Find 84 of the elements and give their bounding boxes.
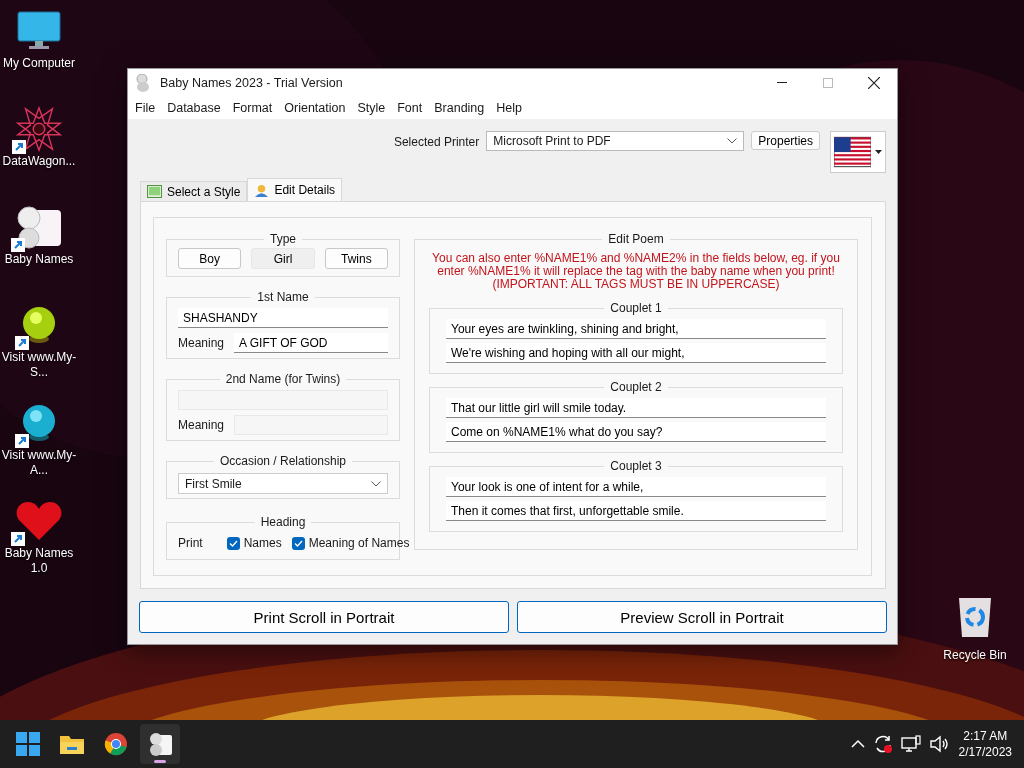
clock-date[interactable]: 2/17/2023 [958,744,1012,760]
windows-logo-icon [16,732,40,756]
checkbox[interactable] [291,536,305,550]
action-button[interactable]: Preview Scroll in Portrait [517,601,887,633]
printer-label: Selected Printer [393,135,480,149]
poem-line-field[interactable]: Come on %NAME1% what do you say? [446,422,826,442]
group-title: Occasion / Relationship [218,454,348,468]
group-title: 1st Name [256,290,310,304]
desktop-icon-label[interactable]: Baby Names 1.0 [0,546,78,576]
menu-item[interactable]: Orientation [278,101,352,115]
baby-icon [15,204,63,250]
chevron-up-icon[interactable] [850,739,865,749]
meaning-field[interactable]: A GIFT OF GOD [234,333,388,353]
flag-icon [834,136,872,168]
shortcut-arrow-icon [15,336,29,350]
heart-icon [15,500,63,542]
group-title: Couplet 2 [609,380,663,394]
menu-item[interactable]: Branding [428,101,491,115]
type-button[interactable]: Twins [324,248,388,269]
tab[interactable]: Select a Style [140,181,248,201]
menu-item[interactable]: Style [351,101,392,115]
folder-icon [59,733,85,755]
baby-app-icon [147,731,173,757]
checkbox-label[interactable]: Names [243,536,282,550]
chevron-down-icon [727,138,738,144]
menu-item[interactable]: Format [226,101,279,115]
maximize-icon [823,78,833,88]
menu-item[interactable]: File [129,101,162,115]
group-title: Edit Poem [607,232,665,246]
network-monitor-icon[interactable] [900,735,921,753]
volume-icon[interactable] [928,735,949,753]
desktop-icon-label[interactable]: Recycle Bin [936,648,1014,663]
tab[interactable]: Edit Details [247,178,343,201]
minimize-icon [777,82,787,84]
meaning-label: Meaning [178,336,225,350]
printer-dropdown[interactable]: Microsoft Print to PDF [486,131,745,151]
image-icon [147,185,162,198]
meaning-label: Meaning [178,418,225,432]
clock-time[interactable]: 2:17 AM [963,728,1008,744]
menu-item[interactable]: Database [161,101,227,115]
browser-icon [104,732,128,756]
shortcut-arrow-icon [11,238,25,252]
menu-item[interactable]: Font [391,101,429,115]
action-button[interactable]: Print Scroll in Portrait [139,601,509,633]
desktop-icon-label[interactable]: Baby Names [0,252,78,267]
window-title: Baby Names 2023 - Trial Version [160,76,344,90]
print-label: Print [178,536,203,550]
type-button[interactable]: Girl [251,248,315,269]
chevron-down-icon [371,480,381,487]
group-title: Type [269,232,297,246]
caret-icon [875,150,882,154]
shortcut-arrow-icon [12,140,26,154]
person-icon [254,183,270,197]
occasion-dropdown[interactable]: First Smile [178,473,388,494]
sync-icon[interactable] [872,734,893,754]
group-title: Heading [259,515,307,529]
group-title: Couplet 1 [609,301,663,315]
poem-line-field[interactable]: Then it comes that first, unforgettable smile. [446,501,826,521]
group-title: Couplet 3 [609,459,663,473]
checkbox-label[interactable]: Meaning of Names [308,536,410,550]
desktop-icon-label[interactable]: Visit www.My-A... [0,448,78,478]
shortcut-arrow-icon [11,532,25,546]
desktop-icon-label[interactable]: My Computer [0,56,78,71]
desktop-icon-label[interactable]: DataWagon... [0,154,78,169]
desktop-icon-label[interactable]: Visit www.My-S... [0,350,78,380]
checkbox[interactable] [226,536,240,550]
tag-instructions: You can also enter %NAME1% and %NAME2% in the fields below, eg. if you enter %NAME1% it will replace the tag with the baby name when you print! (IMPORTANT: ALL TAGS MUST BE IN UPPERCASE) [431,250,841,291]
type-button[interactable]: Boy [178,248,242,269]
poem-line-field[interactable]: We're wishing and hoping with all our might, [446,343,826,363]
close-icon [868,77,880,89]
name-field[interactable]: SHASHANDY [178,308,388,328]
poem-line-field[interactable]: Your look is one of intent for a while, [446,477,826,497]
shortcut-arrow-icon [15,434,29,448]
star-pattern-icon [16,106,62,152]
poem-line-field[interactable]: Your eyes are twinkling, shining and bright, [446,319,826,339]
menu-item[interactable]: Help [490,101,528,115]
recycle-bin-icon[interactable] [957,596,993,638]
monitor-icon [17,11,61,51]
language-dropdown[interactable] [830,131,886,173]
taskbar-button[interactable] [140,724,180,764]
poem-line-field[interactable]: That our little girl will smile today. [446,398,826,418]
properties-button[interactable]: Properties [751,131,820,150]
baby-app-icon [136,74,152,92]
group-title: 2nd Name (for Twins) [224,372,342,386]
